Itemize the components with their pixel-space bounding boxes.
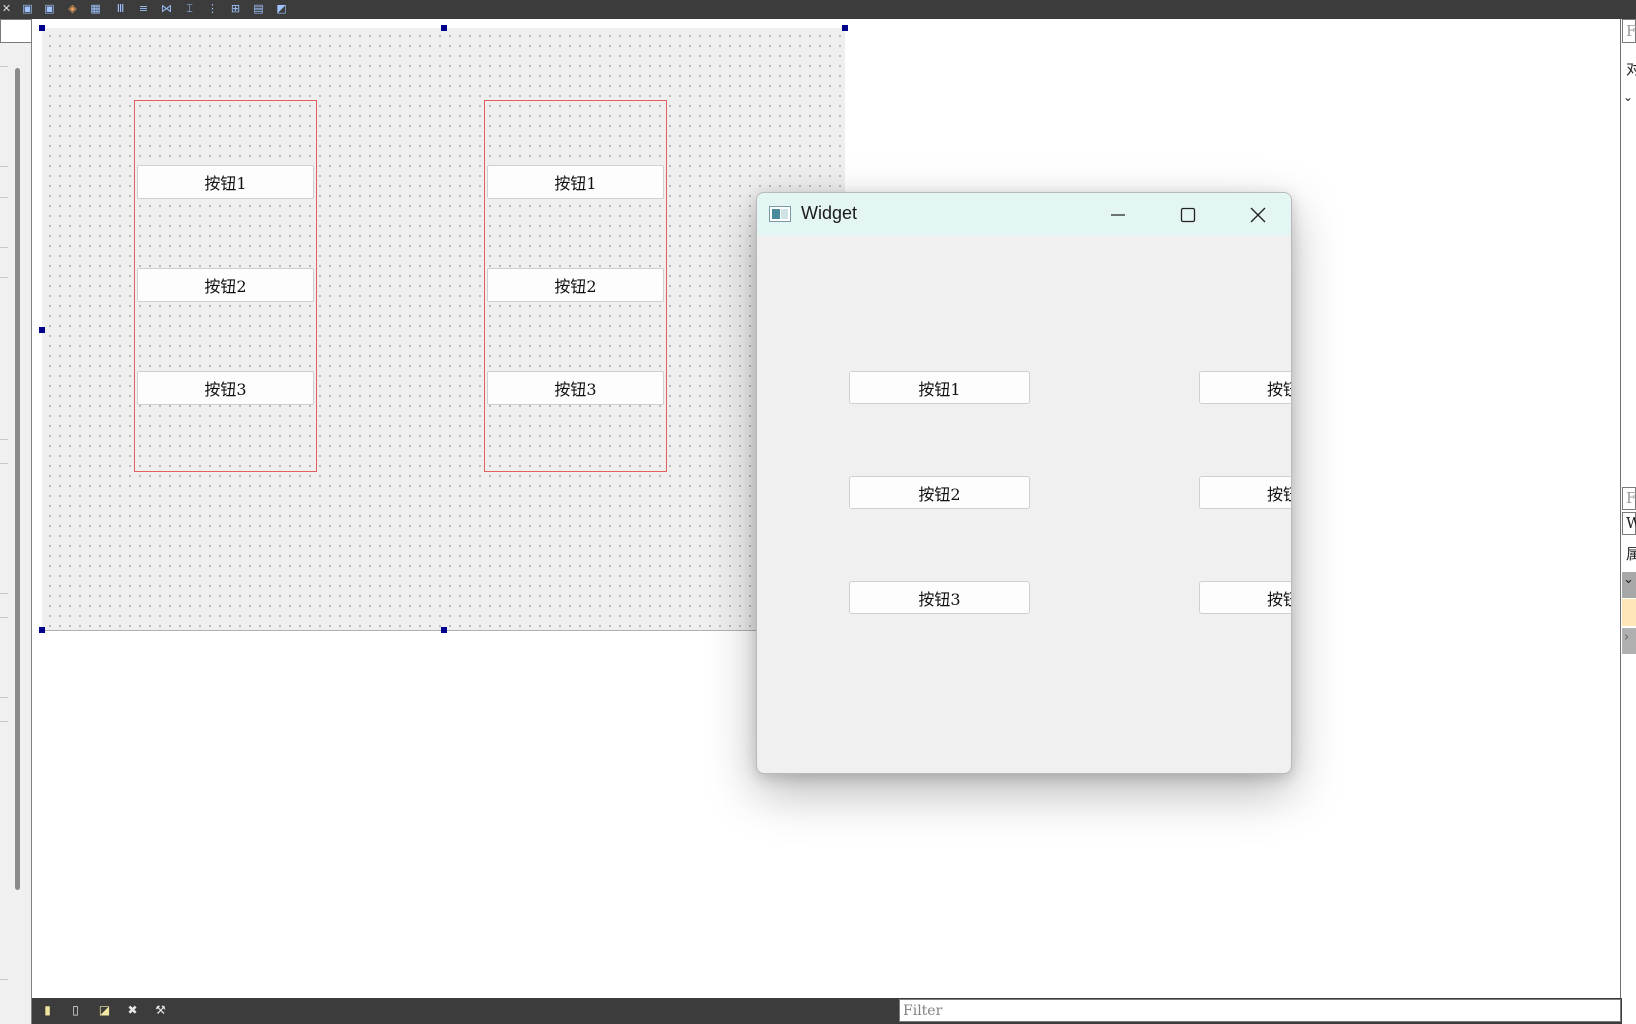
designer-button-1[interactable]: 按钮1 xyxy=(137,165,314,199)
scrollbar[interactable] xyxy=(15,68,20,890)
adjust-size-icon[interactable]: ◩ xyxy=(275,2,288,15)
resize-handle[interactable] xyxy=(441,25,447,31)
edit-taborder-icon[interactable]: ▦ xyxy=(89,2,102,15)
edit-buddies-icon[interactable]: ◈ xyxy=(66,2,79,15)
preview-button-2[interactable]: 按钮2 xyxy=(849,476,1030,509)
minimize-button[interactable] xyxy=(1083,193,1153,236)
designer-button-3[interactable]: 按钮3 xyxy=(137,371,314,405)
designer-button-1[interactable]: 按钮1 xyxy=(487,165,664,199)
resize-handle[interactable] xyxy=(842,25,848,31)
preview-button-2[interactable]: 按钮 xyxy=(1199,476,1291,509)
resize-handle[interactable] xyxy=(39,25,45,31)
preview-button-3[interactable]: 按钮 xyxy=(1199,581,1291,614)
chevron-down-icon[interactable]: ⌄ xyxy=(1623,572,1634,587)
layout-split-horizontal-icon[interactable]: ⋈ xyxy=(160,2,173,15)
open-icon[interactable]: ▯ xyxy=(68,1003,83,1018)
window-title: Widget xyxy=(801,203,858,223)
preview-window[interactable]: Widget 按钮1 按钮2 按钮3 按钮 按钮 按钮 xyxy=(756,192,1292,774)
property-filter-fragment: F xyxy=(1626,489,1636,507)
preview-button-3[interactable]: 按钮3 xyxy=(849,581,1030,614)
widget-box-filter[interactable] xyxy=(0,19,32,43)
vertical-layout-left[interactable]: 按钮1 按钮2 按钮3 xyxy=(134,100,317,472)
resource-filter-input[interactable]: Filter xyxy=(899,999,1621,1022)
designer-button-2[interactable]: 按钮2 xyxy=(487,268,664,302)
vertical-layout-right[interactable]: 按钮1 按钮2 按钮3 xyxy=(484,100,667,472)
properties-icon[interactable]: ◪ xyxy=(97,1003,112,1018)
layout-horizontal-icon[interactable]: Ⅲ xyxy=(114,2,127,15)
layout-form-icon[interactable]: ⋮ xyxy=(206,2,219,15)
maximize-button[interactable] xyxy=(1153,193,1223,236)
property-header-fragment: 属 xyxy=(1626,545,1636,563)
class-name-fragment: W xyxy=(1626,514,1636,532)
designer-toolbar: ✕ ▣ ▣ ◈ ▦ Ⅲ ≡ ⋈ ⌶ ⋮ ⊞ ▤ ◩ xyxy=(0,0,1636,19)
property-row[interactable] xyxy=(1622,599,1636,626)
app-icon xyxy=(769,206,791,222)
resize-handle[interactable] xyxy=(441,627,447,633)
designer-button-3[interactable]: 按钮3 xyxy=(487,371,664,405)
break-layout-icon[interactable]: ▤ xyxy=(252,2,265,15)
chevron-down-icon[interactable]: ⌄ xyxy=(1623,90,1633,104)
close-button[interactable] xyxy=(1223,193,1291,236)
designer-form-canvas[interactable]: 按钮1 按钮2 按钮3 按钮1 按钮2 按钮3 xyxy=(42,28,845,631)
new-icon[interactable]: ▮ xyxy=(40,1003,55,1018)
resize-handle[interactable] xyxy=(39,327,45,333)
delete-icon[interactable]: ✖ xyxy=(125,1003,140,1018)
edit-widgets-icon[interactable]: ▣ xyxy=(21,2,34,15)
filter-label-fragment: F xyxy=(1626,22,1636,40)
preview-button-1[interactable]: 按钮 xyxy=(1199,371,1291,404)
wrench-icon[interactable]: ⚒ xyxy=(153,1003,168,1018)
window-titlebar[interactable]: Widget xyxy=(757,193,1291,236)
chevron-right-icon[interactable]: › xyxy=(1624,630,1629,645)
close-icon xyxy=(1250,207,1266,222)
maximize-icon xyxy=(1180,207,1196,222)
preview-button-1[interactable]: 按钮1 xyxy=(849,371,1030,404)
object-header-fragment: 对 xyxy=(1626,60,1636,78)
resize-handle[interactable] xyxy=(39,627,45,633)
designer-button-2[interactable]: 按钮2 xyxy=(137,268,314,302)
layout-grid-icon[interactable]: ⊞ xyxy=(229,2,242,15)
edit-signals-icon[interactable]: ▣ xyxy=(43,2,56,15)
layout-split-vertical-icon[interactable]: ⌶ xyxy=(183,2,196,15)
minimize-icon xyxy=(1111,213,1125,216)
layout-vertical-icon[interactable]: ≡ xyxy=(137,2,150,15)
close-icon[interactable]: ✕ xyxy=(0,2,13,15)
